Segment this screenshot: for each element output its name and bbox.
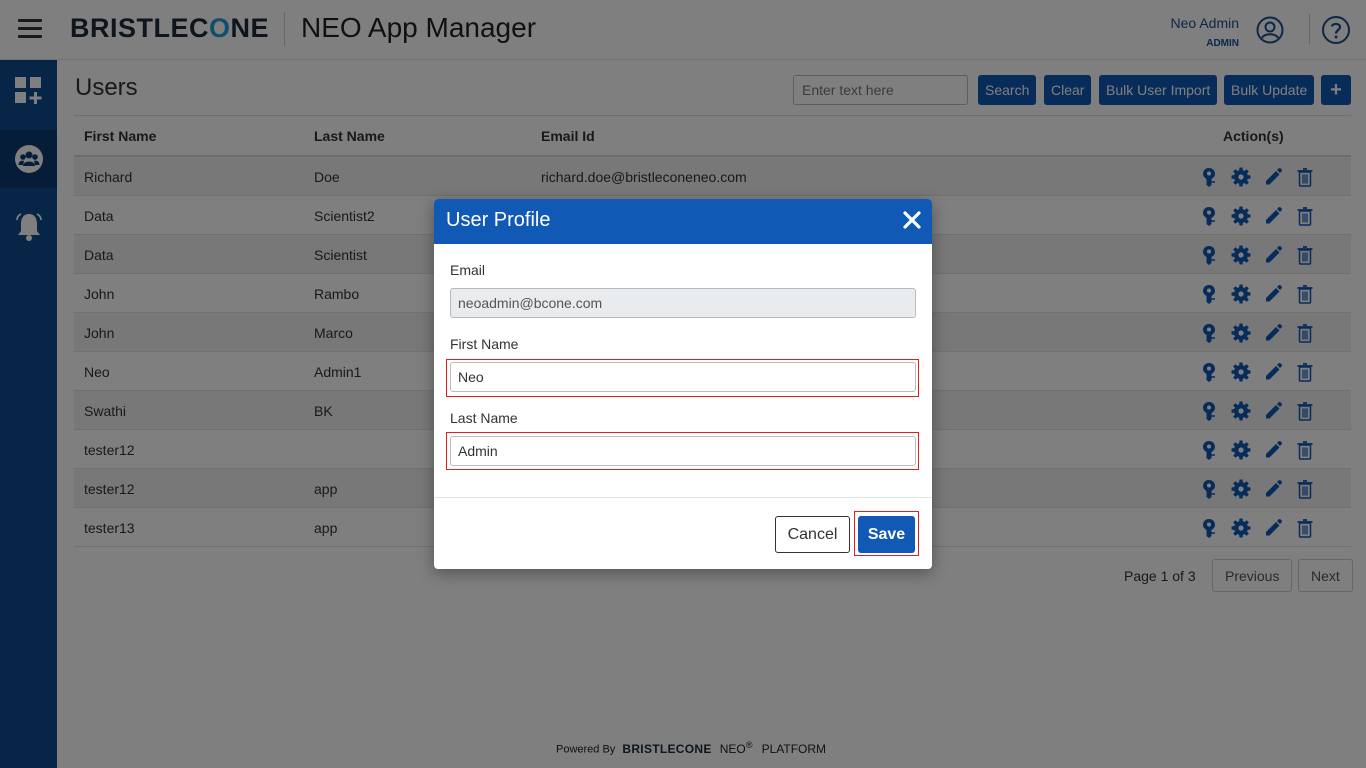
modal-header: User Profile <box>434 199 932 244</box>
close-icon[interactable] <box>902 210 922 230</box>
last-name-label: Last Name <box>450 410 518 426</box>
first-name-label: First Name <box>450 336 519 352</box>
save-button[interactable]: Save <box>858 516 915 553</box>
last-name-field[interactable] <box>450 436 916 466</box>
modal-title: User Profile <box>446 209 551 231</box>
email-field <box>450 288 916 318</box>
cancel-button[interactable]: Cancel <box>775 516 850 553</box>
user-profile-modal: User Profile Email First Name Last Name … <box>434 199 932 569</box>
modal-footer-divider <box>434 497 932 498</box>
email-label: Email <box>450 262 486 278</box>
first-name-field[interactable] <box>450 362 916 392</box>
